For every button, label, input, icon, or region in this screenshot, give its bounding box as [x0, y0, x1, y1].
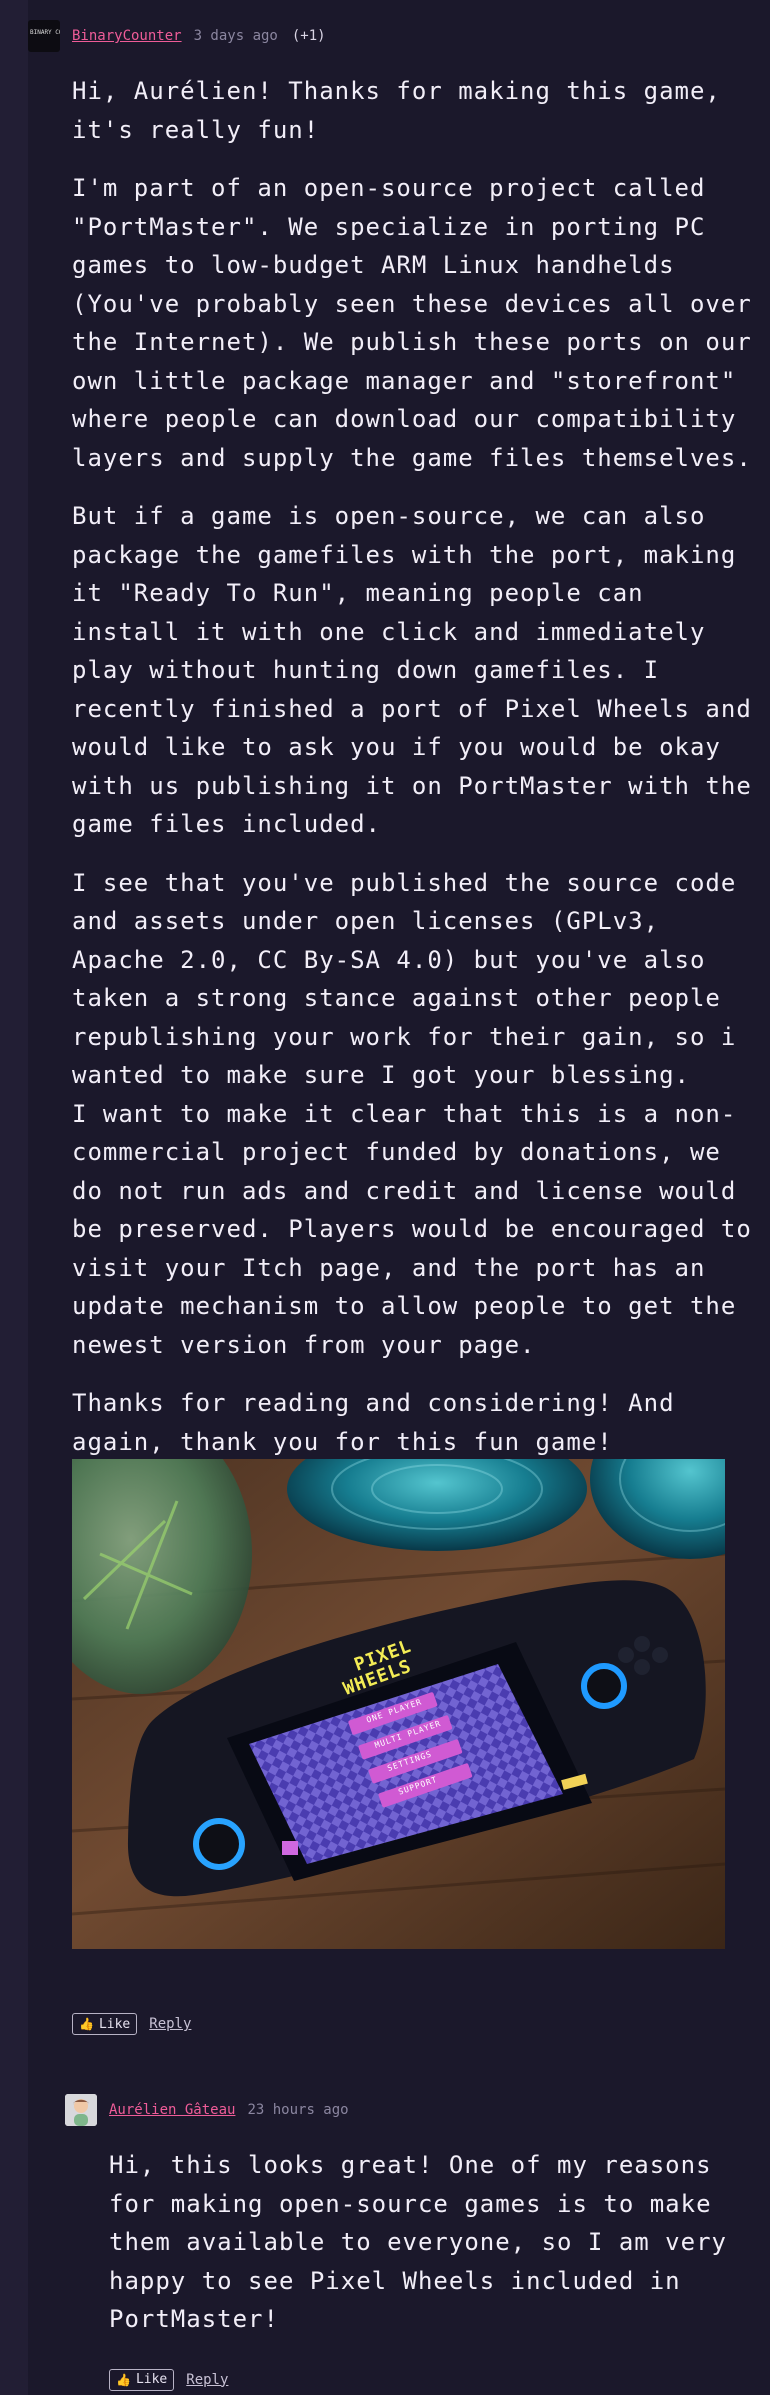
reply-link[interactable]: Reply: [149, 2016, 191, 2032]
timestamp: 3 days ago: [193, 28, 278, 44]
score: (+1): [291, 28, 326, 44]
thumbs-up-icon: 👍: [116, 2372, 131, 2387]
reply-text: Hi, this looks great! One of my reasons …: [109, 2151, 727, 2333]
reply-author-link[interactable]: Aurélien Gâteau: [109, 2102, 235, 2118]
comment-paragraph: I'm part of an open-source project calle…: [72, 174, 752, 472]
comment-paragraph: I want to make it clear that this is a n…: [72, 1099, 752, 1359]
thumbs-up-icon: 👍: [79, 2017, 94, 2031]
avatar-logo: BINARY COUNTER: [30, 29, 60, 36]
avatar[interactable]: BINARY COUNTER: [28, 20, 60, 52]
reply-timestamp: 23 hours ago: [247, 2102, 349, 2118]
like-button[interactable]: 👍 Like: [72, 2013, 138, 2035]
comment: BINARY COUNTER BinaryCounter 3 days ago …: [28, 18, 762, 2035]
reply-avatar[interactable]: [65, 2094, 97, 2126]
reply-like-label: Like: [135, 2372, 168, 2387]
thread-rail: [0, 0, 28, 2395]
reply-reply-link[interactable]: Reply: [186, 2372, 228, 2388]
reply-actions: 👍 Like Reply: [109, 2368, 762, 2391]
comment-meta: BINARY COUNTER BinaryCounter 3 days ago …: [28, 18, 762, 54]
comment-paragraph: Hi, Aurélien! Thanks for making this gam…: [72, 77, 721, 144]
left-stick: [193, 1818, 245, 1870]
comment-body: Hi, Aurélien! Thanks for making this gam…: [72, 54, 762, 1949]
author-link[interactable]: BinaryCounter: [72, 28, 182, 44]
comment-paragraph: But if a game is open-source, we can als…: [72, 502, 752, 838]
comment-paragraph: Thanks for reading and considering! And …: [72, 1389, 675, 1456]
reply-like-button[interactable]: 👍 Like: [109, 2368, 175, 2391]
comment-actions: 👍 Like Reply: [72, 2013, 762, 2035]
right-stick: [581, 1663, 627, 1709]
reply-meta: Aurélien Gâteau 23 hours ago: [65, 2092, 762, 2128]
reply-body: Hi, this looks great! One of my reasons …: [109, 2128, 762, 2339]
attached-photo[interactable]: ONE PLAYER MULTI PLAYER SETTINGS SUPPORT…: [72, 1459, 725, 1949]
like-label: Like: [98, 2016, 131, 2032]
handheld-photo: ONE PLAYER MULTI PLAYER SETTINGS SUPPORT…: [72, 1459, 725, 1949]
person-avatar-icon: [65, 2094, 97, 2126]
comment-paragraph: I see that you've published the source c…: [72, 868, 737, 1090]
reply-comment: Aurélien Gâteau 23 hours ago Hi, this lo…: [65, 2092, 762, 2391]
